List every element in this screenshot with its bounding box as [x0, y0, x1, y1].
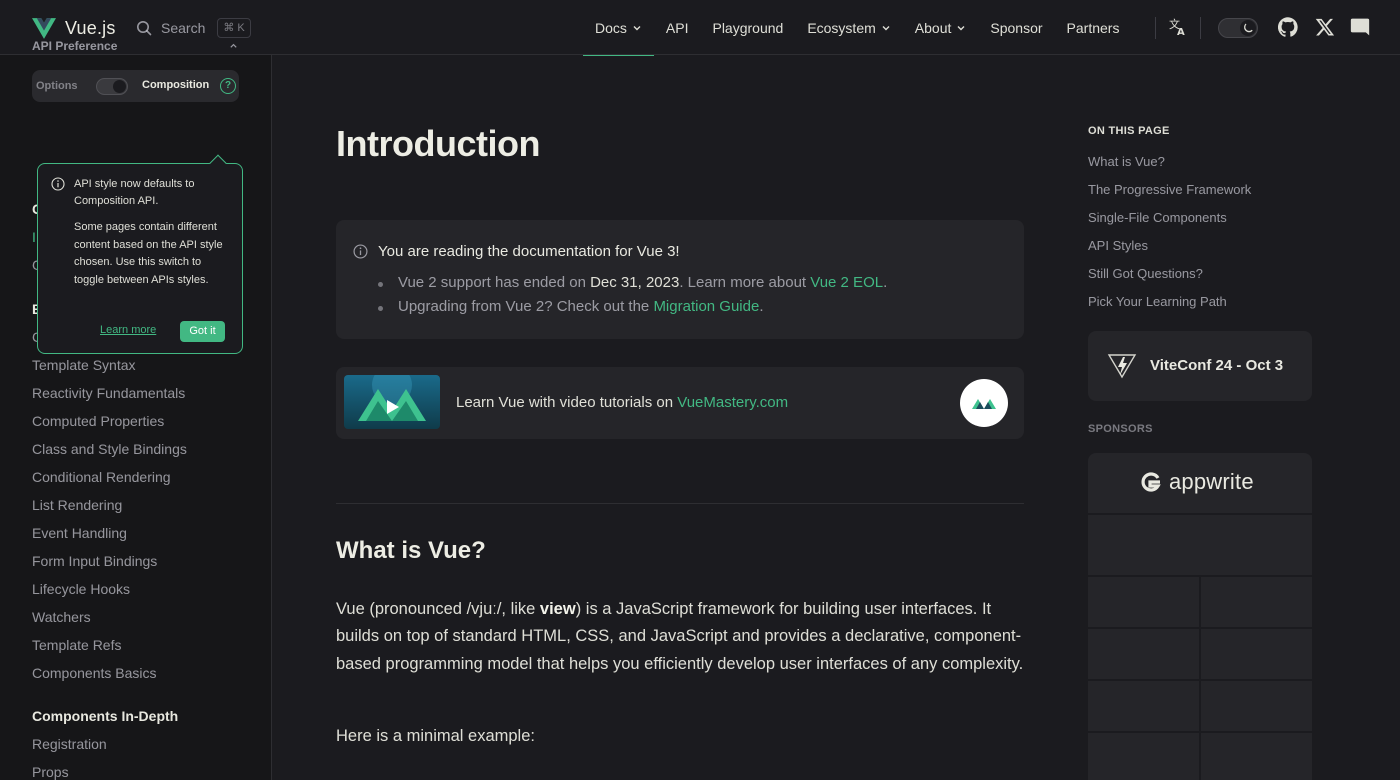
sponsors-title: SPONSORS [1088, 423, 1153, 435]
sidebar-item-event-handling[interactable]: Event Handling [32, 525, 127, 541]
sidebar-item-conditional-rendering[interactable]: Conditional Rendering [32, 469, 171, 485]
version-tip: You are reading the documentation for Vu… [336, 220, 1024, 339]
sponsor-slot[interactable] [1088, 515, 1312, 575]
on-this-page-title: ON THIS PAGE [1088, 125, 1170, 137]
vuemastery-thumbnail [344, 375, 440, 429]
chevron-down-icon [633, 25, 641, 30]
sidebar-item-form-input-bindings[interactable]: Form Input Bindings [32, 553, 157, 569]
nav-about[interactable]: About [903, 0, 979, 55]
moon-icon [1240, 20, 1256, 36]
nav-divider [1200, 17, 1201, 39]
got-it-button[interactable]: Got it [180, 321, 225, 342]
api-style-popup: API style now defaults to Composition AP… [37, 154, 243, 354]
nav-ecosystem[interactable]: Ecosystem [795, 0, 902, 55]
search-button[interactable]: Search ⌘ K [136, 16, 251, 40]
toc-link-what-is-vue-[interactable]: What is Vue? [1088, 154, 1165, 169]
chevron-up-icon[interactable] [229, 41, 238, 50]
toc-link-single-file-components[interactable]: Single-File Components [1088, 210, 1227, 225]
popup-message: API style now defaults to Composition AP… [74, 178, 195, 207]
discord-icon[interactable] [1350, 17, 1370, 37]
intro-paragraph: Vue (pronounced /vjuː/, like view) is a … [336, 600, 1024, 673]
top-nav: Vue.js Search ⌘ K Docs API Playground Ecosy… [0, 0, 1400, 56]
x-icon[interactable] [1315, 17, 1335, 37]
theme-toggle[interactable] [1218, 18, 1258, 38]
appwrite-label: appwrite [1169, 469, 1254, 494]
section-title: What is Vue? [336, 537, 486, 564]
nav-playground[interactable]: Playground [700, 0, 795, 55]
chevron-down-icon [882, 25, 890, 30]
info-icon [353, 244, 368, 259]
tip-item: Vue 2 support has ended on Dec 31, 2023.… [377, 274, 888, 291]
nav-docs[interactable]: Docs [583, 0, 654, 56]
sidebar-item-class-and-style-bindings[interactable]: Class and Style Bindings [32, 441, 187, 457]
site-name: Vue.js [65, 17, 116, 38]
popup-detail: Some pages contain different content bas… [74, 221, 223, 286]
sponsor-slot[interactable] [1088, 733, 1199, 780]
sponsor-slot[interactable] [1201, 681, 1312, 731]
sidebar-item-list-rendering[interactable]: List Rendering [32, 497, 122, 513]
api-preference-title: API Preference [32, 39, 118, 53]
vuemastery-banner[interactable]: Learn Vue with video tutorials on VueMas… [336, 367, 1024, 439]
vuemastery-text: Learn Vue with video tutorials on VueMas… [456, 394, 789, 411]
sponsor-slot[interactable] [1201, 733, 1312, 780]
page-title: Introduction [336, 123, 540, 164]
sponsor-slot[interactable] [1088, 577, 1199, 627]
learn-more-link[interactable]: Learn more [100, 324, 156, 336]
toc-link-still-got-questions-[interactable]: Still Got Questions? [1088, 266, 1203, 281]
example-intro: Here is a minimal example: [336, 727, 535, 745]
tip-title: You are reading the documentation for Vu… [378, 243, 680, 260]
vuemastery-logo-icon [960, 379, 1008, 427]
sponsor-appwrite[interactable]: appwrite [1088, 453, 1312, 513]
sidebar-heading-components: Components In-Depth [32, 708, 179, 724]
api-style-switch[interactable] [96, 78, 128, 95]
sidebar-item-components-basics[interactable]: Components Basics [32, 665, 157, 681]
toc-link-pick-your-learning-path[interactable]: Pick Your Learning Path [1088, 294, 1227, 309]
github-icon[interactable] [1278, 17, 1298, 37]
section-divider [336, 503, 1024, 504]
migration-guide-link[interactable]: Migration Guide [653, 298, 759, 315]
sponsor-slot[interactable] [1201, 629, 1312, 679]
api-option-composition[interactable]: Composition [142, 79, 209, 91]
viteconf-logo-icon [1107, 354, 1137, 379]
sidebar-item-registration[interactable]: Registration [32, 736, 107, 752]
nav-divider [1155, 17, 1156, 39]
sponsor-slot[interactable] [1088, 629, 1199, 679]
sponsor-slot[interactable] [1088, 681, 1199, 731]
svg-text:A: A [1177, 27, 1185, 37]
sponsor-slot[interactable] [1201, 577, 1312, 627]
viteconf-banner[interactable]: ViteConf 24 - Oct 3 [1088, 331, 1312, 401]
api-option-options[interactable]: Options [36, 80, 78, 92]
nav-partners[interactable]: Partners [1055, 0, 1132, 55]
vue2-eol-link[interactable]: Vue 2 EOL [810, 274, 883, 291]
search-label: Search [161, 20, 206, 36]
nav-api[interactable]: API [654, 0, 701, 55]
main-menu: Docs API Playground Ecosystem About Sponsor Pa… [583, 0, 1132, 56]
search-icon [137, 21, 152, 36]
vuemastery-link[interactable]: VueMastery.com [677, 394, 788, 411]
help-icon[interactable]: ? [220, 78, 236, 94]
tip-item: Upgrading from Vue 2? Check out the Migr… [378, 298, 764, 315]
toc-link-api-styles[interactable]: API Styles [1088, 238, 1148, 253]
viteconf-label: ViteConf 24 - Oct 3 [1150, 357, 1284, 374]
sidebar-item-template-refs[interactable]: Template Refs [32, 637, 121, 653]
translate-icon[interactable]: 文 A [1168, 17, 1188, 37]
sidebar-item-template-syntax[interactable]: Template Syntax [32, 357, 136, 373]
appwrite-logo-icon [1141, 472, 1161, 492]
sidebar-item-lifecycle-hooks[interactable]: Lifecycle Hooks [32, 581, 130, 597]
sidebar-item-watchers[interactable]: Watchers [32, 609, 91, 625]
nav-sponsor[interactable]: Sponsor [978, 0, 1054, 55]
search-shortcut: ⌘ K [217, 18, 251, 38]
info-icon [51, 177, 65, 191]
sidebar-item-props[interactable]: Props [32, 764, 69, 780]
chevron-down-icon [957, 25, 965, 30]
sidebar-item-reactivity-fundamentals[interactable]: Reactivity Fundamentals [32, 385, 185, 401]
vue-logo-icon [32, 17, 56, 39]
toc-link-the-progressive-framework[interactable]: The Progressive Framework [1088, 182, 1251, 197]
sidebar-item-fragment[interactable]: I [32, 229, 36, 245]
sidebar-item-computed-properties[interactable]: Computed Properties [32, 413, 164, 429]
site-logo[interactable]: Vue.js [32, 15, 116, 41]
